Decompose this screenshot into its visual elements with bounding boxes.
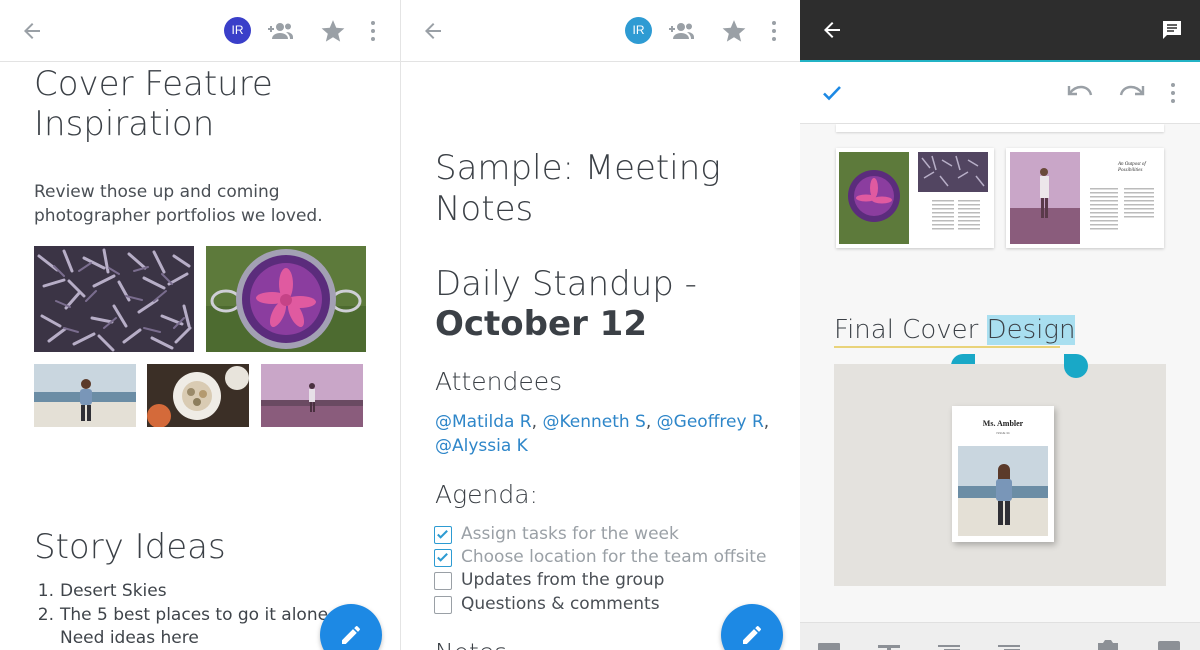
selection-end-handle[interactable] (1062, 348, 1090, 380)
add-people-icon[interactable] (666, 19, 696, 43)
list-bulleted-icon[interactable] (938, 641, 960, 650)
more-vert-icon[interactable] (770, 19, 778, 43)
edit-fab-button[interactable] (721, 604, 783, 650)
edit-fab-button[interactable] (320, 604, 382, 650)
standup-heading-line: Daily Standup - (435, 264, 697, 304)
more-vert-icon[interactable] (369, 19, 377, 43)
list-item-text: Desert Skies (60, 581, 167, 601)
back-arrow-icon[interactable] (421, 19, 445, 43)
list-item: Need ideas here (34, 627, 328, 650)
checklist-item-label: Assign tasks for the week (461, 524, 679, 544)
avatar[interactable]: IR (224, 17, 251, 44)
back-arrow-icon[interactable] (820, 18, 844, 42)
magazine-subtitle: ISSUE 34 (996, 431, 1010, 435)
checklist-item-label: Updates from the group (461, 570, 665, 590)
list-number: 1. (37, 581, 54, 601)
list-numbered-icon[interactable] (998, 641, 1020, 650)
spread-thumbnail[interactable] (836, 148, 994, 248)
list-item: 1. Desert Skies (34, 580, 328, 604)
sea-urchin-photo[interactable] (34, 246, 194, 352)
checkmark-icon (437, 530, 448, 539)
text-format-icon[interactable] (878, 641, 900, 650)
document-title-line: Cover Feature (34, 64, 273, 104)
image-icon[interactable] (1158, 639, 1180, 650)
standup-heading-date: October 12 (435, 304, 647, 344)
top-app-bar: IR (401, 0, 800, 62)
standup-heading: Daily Standup - October 12 (435, 264, 697, 344)
attendees-list: @Matilda R, @Kenneth S, @Geoffrey R, @Al… (435, 412, 770, 456)
intro-paragraph: Review those up and coming photographer … (34, 180, 323, 228)
magazine-spread-pot (839, 152, 988, 244)
checklist-item-label: Choose location for the team offsite (461, 547, 767, 567)
checkbox-checked[interactable] (434, 549, 452, 567)
panel-meeting-notes: IR Sample: Meeting Notes Daily Standup -… (400, 0, 800, 650)
more-vert-icon[interactable] (1169, 81, 1177, 105)
avatar[interactable]: IR (625, 17, 652, 44)
redo-icon[interactable] (1119, 82, 1145, 104)
list-item-text: Need ideas here (60, 628, 199, 648)
story-ideas-list: 1. Desert Skies 2. The 5 best places to go… (34, 580, 328, 650)
beach-woman-photo[interactable] (34, 364, 136, 427)
cover-photo[interactable]: Ms. Ambler ISSUE 34 (834, 364, 1166, 586)
list-item: 2. The 5 best places to go it alone (34, 604, 328, 628)
spread-title: An Outpost of Possibilities (1118, 162, 1146, 173)
heading-text: Final Cover (834, 315, 987, 345)
attendees-heading: Attendees (435, 367, 563, 396)
document-title: Cover Feature Inspiration (34, 64, 273, 144)
checkbox-unchecked[interactable] (434, 572, 452, 590)
final-cover-heading[interactable]: Final Cover Design (834, 312, 1076, 348)
magazine-cover-photo (958, 446, 1048, 536)
camera-icon[interactable] (1096, 639, 1120, 650)
keyboard-icon[interactable] (818, 641, 840, 650)
purple-landscape-photo[interactable] (261, 364, 363, 427)
undo-icon[interactable] (1067, 82, 1093, 104)
food-plates-photo[interactable] (147, 364, 249, 427)
intro-line: photographer portfolios we loved. (34, 206, 323, 226)
checkbox-unchecked[interactable] (434, 596, 452, 614)
spread-thumbnail[interactable]: An Outpost of Possibilities (1006, 148, 1164, 248)
star-icon[interactable] (721, 18, 747, 44)
intro-line: Review those up and coming (34, 182, 280, 202)
document-title-line: Sample: Meeting (435, 148, 721, 188)
mention-link[interactable]: @Alyssia K (435, 436, 528, 456)
magazine-cover: Ms. Ambler ISSUE 34 (952, 406, 1054, 542)
pencil-icon (342, 626, 360, 644)
checkmark-icon[interactable] (820, 81, 844, 105)
panel-editing-cover: An Outpost of Possibilities Final Cover … (800, 0, 1200, 650)
checklist-item-label: Questions & comments (461, 594, 660, 614)
editor-top-bar (800, 0, 1200, 60)
editor-toolbar (800, 62, 1200, 124)
selected-text[interactable]: Design (986, 315, 1076, 345)
story-ideas-heading: Story Ideas (34, 527, 226, 567)
checkmark-icon (437, 553, 448, 562)
pencil-icon (743, 626, 761, 644)
back-arrow-icon[interactable] (20, 19, 44, 43)
formatting-toolbar (800, 622, 1200, 650)
mention-link[interactable]: @Kenneth S (542, 412, 645, 432)
checkbox-checked[interactable] (434, 526, 452, 544)
previous-card (836, 124, 1164, 132)
document-title: Sample: Meeting Notes (435, 148, 721, 230)
notes-heading-partial: Notes (435, 638, 507, 650)
magazine-title: Ms. Ambler (982, 419, 1024, 428)
list-item-text: The 5 best places to go it alone (60, 604, 329, 625)
heading-underline (834, 346, 1060, 348)
add-people-icon[interactable] (265, 19, 295, 43)
document-title-line: Notes (435, 189, 534, 229)
star-icon[interactable] (320, 18, 346, 44)
pot-with-flower-photo[interactable] (206, 246, 366, 352)
list-number: 2. (37, 604, 54, 625)
mention-link[interactable]: @Matilda R (435, 412, 532, 432)
agenda-heading: Agenda: (435, 480, 538, 509)
comment-icon[interactable] (1160, 18, 1184, 42)
panel-cover-feature: IR Cover Feature Inspiration Review thos… (0, 0, 400, 650)
document-title-line: Inspiration (34, 104, 215, 144)
top-app-bar: IR (0, 0, 400, 62)
mention-link[interactable]: @Geoffrey R (657, 412, 764, 432)
